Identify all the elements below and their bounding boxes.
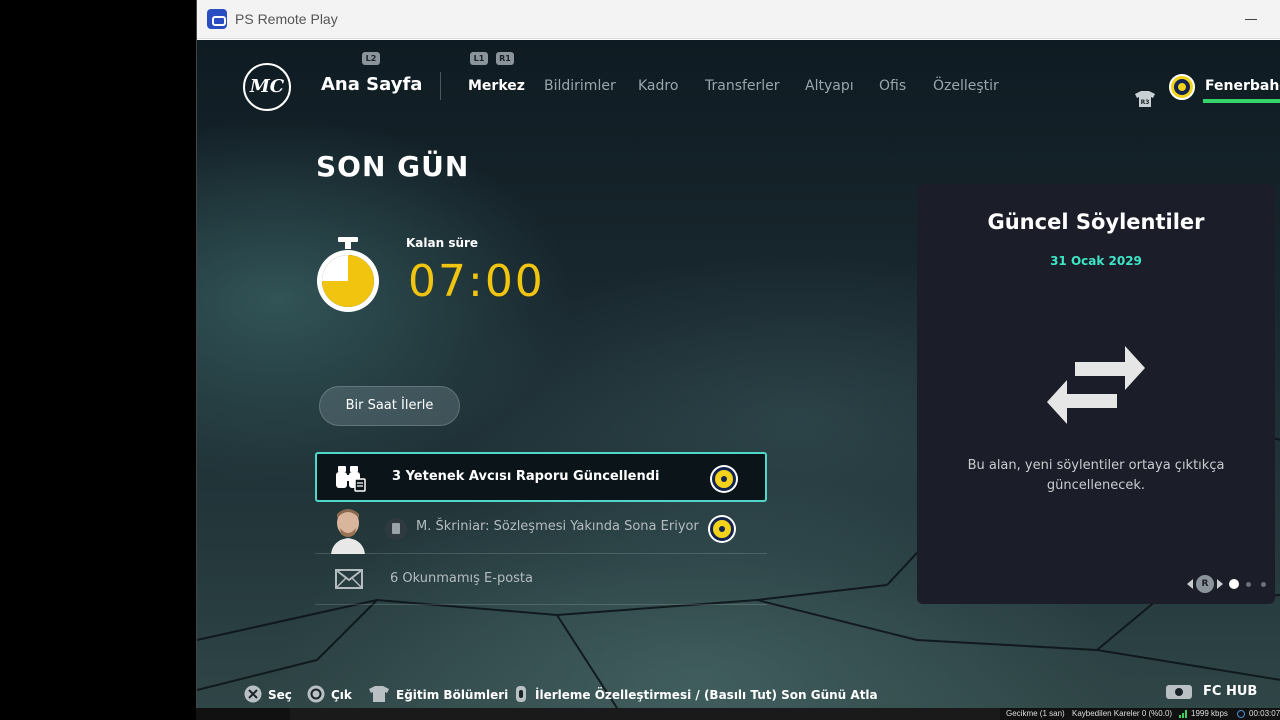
news-text: M. Škriniar: Sözleşmesi Yakında Sona Eri… (416, 519, 699, 534)
r3-label: R3 (1141, 99, 1150, 106)
r-stick-hint: R (1196, 575, 1214, 593)
hint-progress[interactable]: İlerleme Özelleştirmesi / (Basılı Tut) S… (535, 688, 878, 702)
list-divider (315, 604, 767, 605)
stream-status-bar: Gecikme (1 san) Kaybedilen Kareler 0 (%0… (196, 708, 1280, 720)
window-title: PS Remote Play (235, 11, 338, 27)
news-text: 6 Okunmamış E-posta (390, 571, 533, 586)
team-crest-icon (710, 465, 738, 493)
remaining-time-label: Kalan süre (406, 236, 479, 250)
l1-hint: L1 (470, 52, 488, 65)
envelope-icon (335, 569, 363, 589)
remote-play-icon (207, 9, 227, 29)
rumours-title: Güncel Söylentiler (987, 210, 1205, 234)
hint-tutorials[interactable]: Eğitim Bölümleri (396, 688, 508, 702)
deadline-title: SON GÜN (316, 150, 470, 183)
circle-button-icon (307, 685, 325, 703)
latency-text: Gecikme (1 san) (1006, 709, 1065, 718)
nav-divider (440, 72, 441, 100)
signal-icon (1179, 710, 1188, 718)
title-bar: PS Remote Play (197, 0, 1280, 39)
options-button-icon (516, 686, 526, 702)
tab-ofis[interactable]: Ofis (879, 78, 906, 94)
rumours-date: 31 Ocak 2029 (1050, 254, 1142, 268)
fc-hub-label[interactable]: FC HUB (1203, 684, 1257, 699)
player-avatar (331, 509, 365, 554)
clock-icon (1237, 710, 1245, 718)
rumours-pager[interactable]: R (1187, 575, 1275, 593)
pager-dot (1246, 582, 1251, 587)
team-crest[interactable] (1169, 74, 1195, 100)
tab-merkez[interactable]: Merkez (468, 78, 525, 94)
status-left-area (290, 708, 1000, 720)
session-time: 00:03:07 (1249, 709, 1280, 718)
list-divider (315, 553, 767, 554)
news-item-contract[interactable]: M. Škriniar: Sözleşmesi Yakında Sona Eri… (315, 504, 767, 554)
remote-play-window: PS Remote Play MC L2 Ana Sayfa L1 R1 Mer… (196, 0, 1280, 708)
news-item-scout-report[interactable]: 3 Yetenek Avcısı Raporu Güncellendi (315, 452, 767, 502)
screen: PS Remote Play MC L2 Ana Sayfa L1 R1 Mer… (0, 0, 1280, 720)
r3-hint-icon: R3 (1135, 91, 1155, 107)
hint-exit[interactable]: Çık (331, 688, 352, 702)
pager-dot (1261, 582, 1266, 587)
game-screen: MC L2 Ana Sayfa L1 R1 Merkez Bildirimler… (197, 40, 1280, 708)
team-name[interactable]: Fenerbahçe (1205, 78, 1280, 94)
team-progress-bar (1203, 99, 1280, 103)
page-title: Ana Sayfa (321, 74, 423, 95)
tab-altyapi[interactable]: Altyapı (805, 78, 854, 94)
tab-ozellestir[interactable]: Özelleştir (933, 78, 999, 94)
cross-button-icon (244, 685, 262, 703)
fc-hub-icon (1166, 685, 1192, 699)
pager-dot-active (1229, 579, 1239, 589)
countdown-timer: 07:00 (408, 256, 545, 307)
rumours-panel[interactable]: Güncel Söylentiler 31 Ocak 2029 Bu alan,… (917, 184, 1275, 604)
bitrate-text: 1999 kbps (1191, 709, 1228, 718)
news-text: 3 Yetenek Avcısı Raporu Güncellendi (392, 469, 660, 484)
binoculars-icon (336, 466, 366, 492)
logo-text: MC (249, 76, 285, 97)
tab-bildirimler[interactable]: Bildirimler (544, 78, 616, 94)
tab-kadro[interactable]: Kadro (638, 78, 678, 94)
contract-icon (385, 518, 407, 540)
lost-frames-text: Kaybedilen Kareler 0 (%0.0) (1072, 709, 1173, 718)
stopwatch-icon (317, 237, 379, 312)
r1-hint: R1 (496, 52, 514, 65)
minimize-button[interactable] (1245, 10, 1257, 24)
team-crest-icon (708, 515, 736, 543)
hint-select[interactable]: Seç (268, 688, 292, 702)
career-mode-logo: MC (243, 63, 291, 111)
touchpad-icon (369, 686, 389, 702)
rumours-description: Bu alan, yeni söylentiler ortaya çıktıkç… (967, 458, 1225, 493)
advance-hour-button[interactable]: Bir Saat İlerle (319, 386, 460, 426)
transfer-arrows-icon (1047, 346, 1145, 424)
pager-left-icon[interactable] (1187, 579, 1193, 589)
pager-right-icon[interactable] (1217, 579, 1223, 589)
l2-hint: L2 (362, 52, 380, 65)
news-item-emails[interactable]: 6 Okunmamış E-posta (315, 555, 767, 605)
tab-transferler[interactable]: Transferler (705, 78, 780, 94)
